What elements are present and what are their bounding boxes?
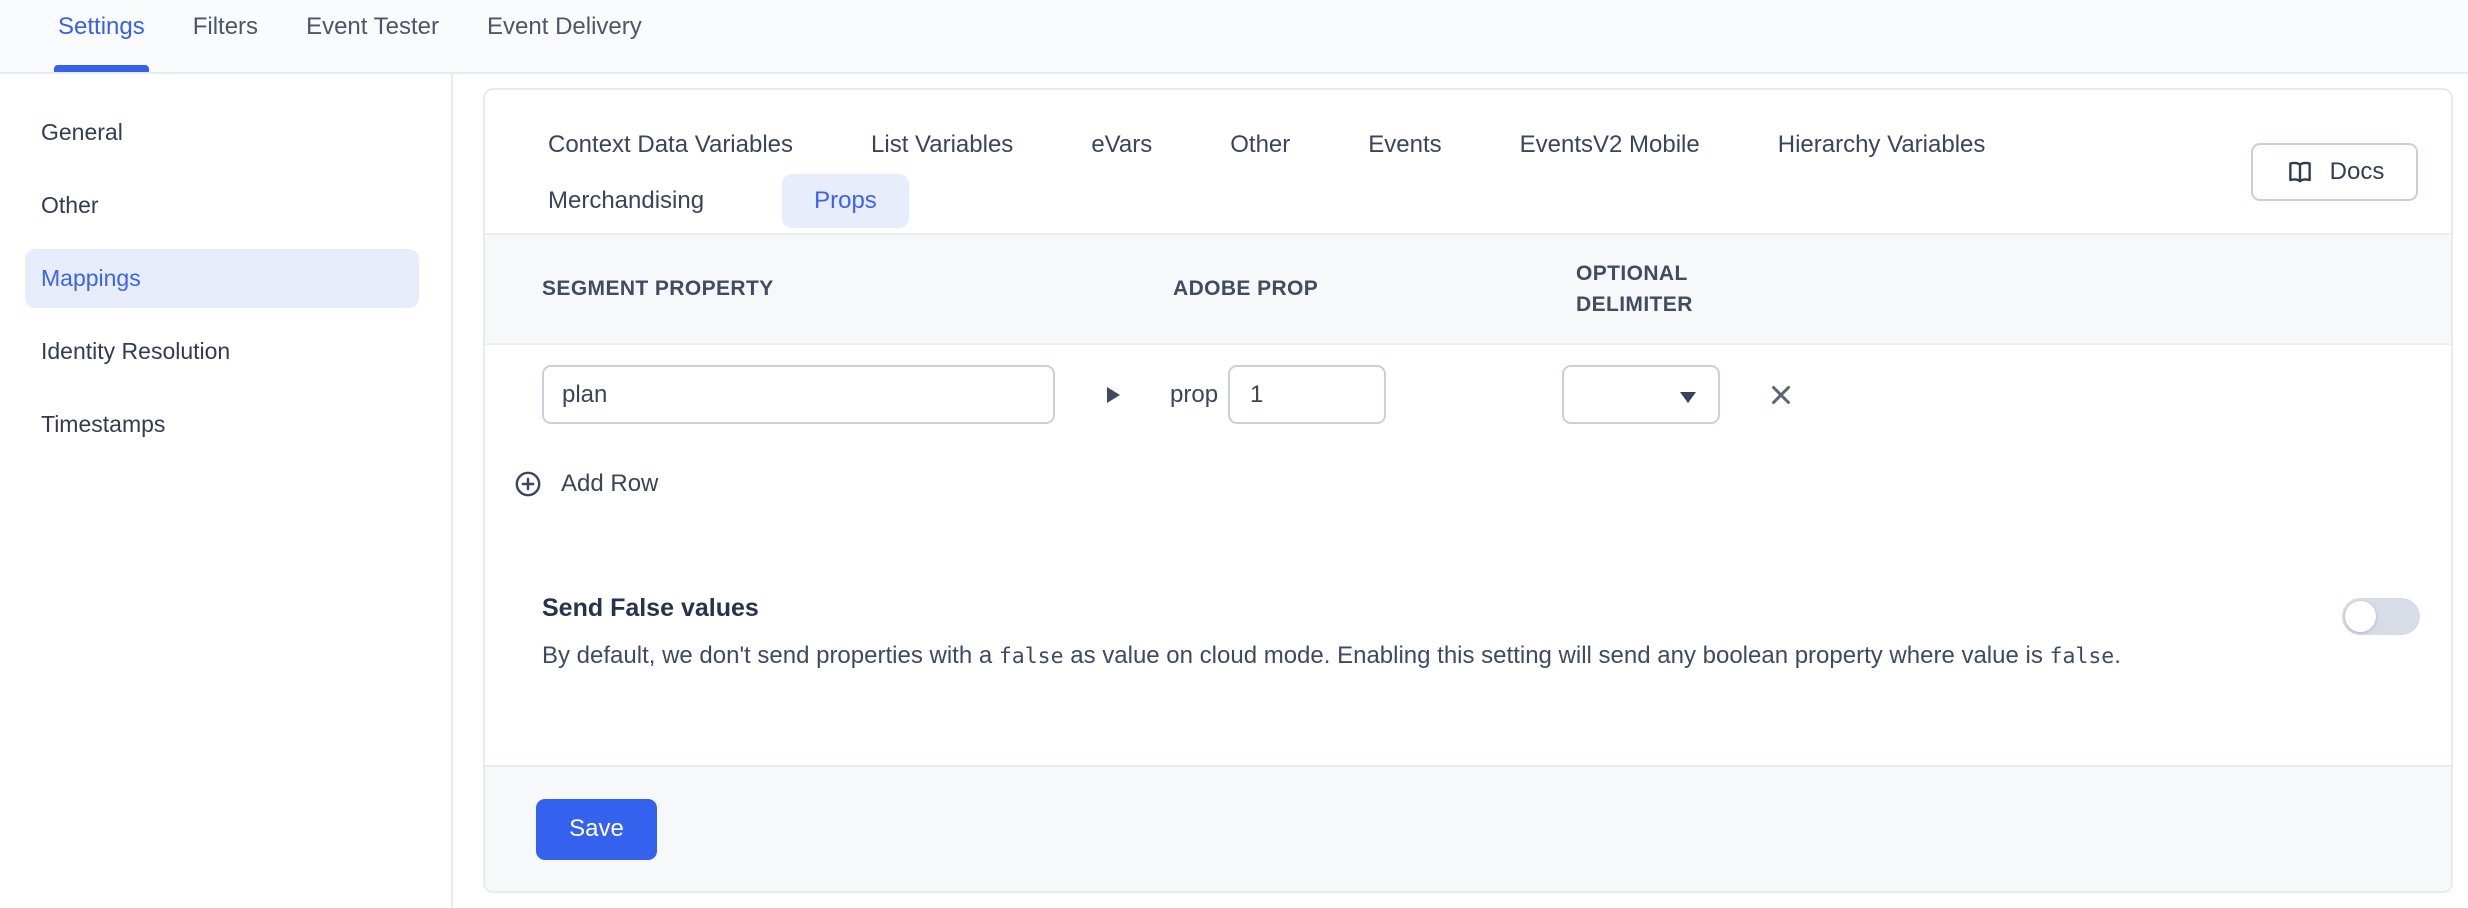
tab-context-data-variables[interactable]: Context Data Variables	[548, 118, 793, 172]
tab-evars[interactable]: eVars	[1091, 118, 1152, 172]
tab-hierarchy-variables[interactable]: Hierarchy Variables	[1778, 118, 1986, 172]
mapping-table-row: prop	[485, 345, 2451, 424]
settings-sidebar: General Other Mappings Identity Resoluti…	[0, 74, 453, 908]
destination-settings-page: Settings Filters Event Tester Event Deli…	[0, 0, 2468, 908]
sidebar-item-general[interactable]: General	[25, 103, 419, 162]
caret-right-icon	[1107, 387, 1120, 403]
code-false: false	[2050, 644, 2115, 669]
sidebar-item-timestamps[interactable]: Timestamps	[25, 395, 419, 454]
mapping-tabs: Context Data Variables List Variables eV…	[548, 118, 2198, 228]
remove-row-button[interactable]	[1766, 380, 1796, 410]
close-icon	[1766, 380, 1796, 410]
tab-settings[interactable]: Settings	[58, 12, 145, 42]
caret-down-icon	[1680, 392, 1696, 403]
tab-list-variables[interactable]: List Variables	[871, 118, 1013, 172]
content-area: General Other Mappings Identity Resoluti…	[0, 74, 2468, 908]
send-false-values-toggle[interactable]	[2342, 598, 2420, 635]
main-panel: Context Data Variables List Variables eV…	[453, 74, 2468, 908]
sidebar-item-identity-resolution[interactable]: Identity Resolution	[25, 322, 419, 381]
top-navigation: Settings Filters Event Tester Event Deli…	[0, 0, 2468, 74]
toggle-knob	[2345, 601, 2376, 632]
tab-filters[interactable]: Filters	[193, 12, 258, 42]
code-false: false	[999, 644, 1064, 669]
send-false-values-texts: Send False values By default, we don't s…	[542, 594, 2317, 677]
add-row-label: Add Row	[561, 470, 658, 498]
tab-eventsv2-mobile[interactable]: EventsV2 Mobile	[1520, 118, 1700, 172]
adobe-prop-prefix-label: prop	[1170, 381, 1218, 409]
segment-property-input[interactable]	[542, 365, 1055, 424]
column-header-segment-property: SEGMENT PROPERTY	[542, 277, 1173, 301]
docs-button-label: Docs	[2330, 158, 2385, 186]
add-circle-icon	[514, 470, 542, 498]
send-false-values-setting: Send False values By default, we don't s…	[485, 594, 2451, 677]
tab-other[interactable]: Other	[1230, 118, 1290, 172]
send-false-values-title: Send False values	[542, 594, 2317, 623]
sidebar-item-other[interactable]: Other	[25, 176, 419, 235]
optional-delimiter-select[interactable]	[1562, 365, 1720, 424]
save-button[interactable]: Save	[536, 799, 657, 860]
adobe-prop-number-input[interactable]	[1228, 365, 1386, 424]
mapping-table-header: SEGMENT PROPERTY ADOBE PROP OPTIONAL DEL…	[485, 233, 2451, 345]
tab-event-tester[interactable]: Event Tester	[306, 12, 439, 42]
tab-events[interactable]: Events	[1368, 118, 1441, 172]
tab-merchandising[interactable]: Merchandising	[548, 174, 704, 228]
mapping-tabs-row: Context Data Variables List Variables eV…	[485, 90, 2451, 233]
tab-props[interactable]: Props	[782, 174, 909, 228]
column-header-adobe-prop: ADOBE PROP	[1173, 277, 1576, 301]
send-false-values-description: By default, we don't send properties wit…	[542, 636, 2317, 677]
mappings-card: Context Data Variables List Variables eV…	[483, 88, 2453, 893]
column-header-optional-delimiter: OPTIONAL DELIMITER	[1576, 258, 1726, 320]
add-row-button[interactable]: Add Row	[514, 470, 658, 498]
card-footer: Save	[485, 765, 2451, 891]
tab-event-delivery[interactable]: Event Delivery	[487, 12, 642, 42]
book-icon	[2285, 157, 2315, 187]
docs-button[interactable]: Docs	[2251, 143, 2418, 201]
sidebar-item-mappings[interactable]: Mappings	[25, 249, 419, 308]
